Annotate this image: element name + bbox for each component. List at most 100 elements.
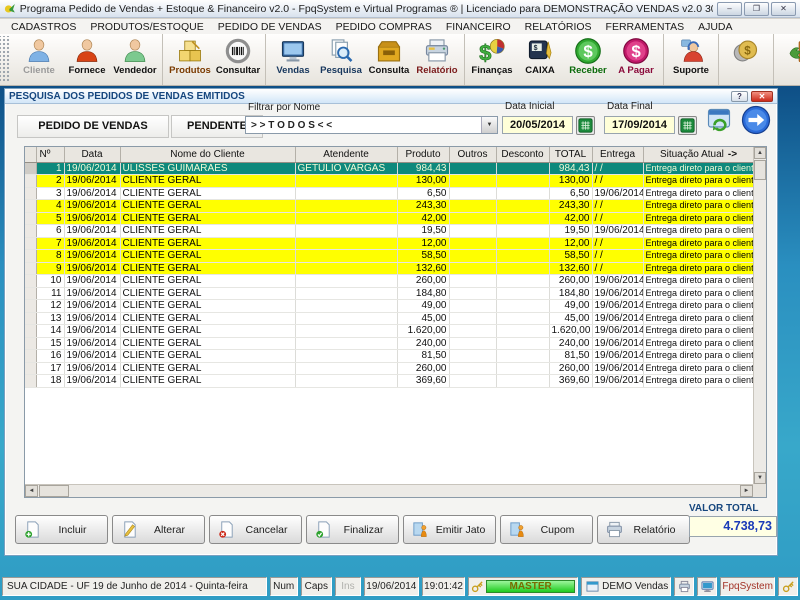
order-row[interactable]: 10 19/06/2014 CLIENTE GERAL 260,00 260,0… (25, 275, 754, 288)
toolbar-caixa-button[interactable]: $ CAIXA (516, 35, 564, 84)
col-entrega[interactable]: Entrega (592, 147, 643, 162)
row-selector-cell[interactable] (25, 187, 36, 200)
toolbar-a-pagar-button[interactable]: $ A Pagar (612, 35, 660, 84)
menu-financeiro[interactable]: FINANCEIRO (439, 21, 518, 33)
order-row[interactable]: 2 19/06/2014 CLIENTE GERAL 130,00 130,00… (25, 175, 754, 188)
data-final-calendar-button[interactable] (678, 116, 697, 135)
scroll-left-icon[interactable]: ◄ (25, 485, 38, 497)
row-selector-cell[interactable] (25, 312, 36, 325)
scroll-down-icon[interactable]: ▼ (754, 472, 766, 484)
data-final-field[interactable]: 17/09/2014 (604, 116, 675, 134)
order-row[interactable]: 3 19/06/2014 CLIENTE GERAL 6,50 6,50 19/… (25, 187, 754, 200)
scroll-up-icon[interactable]: ▲ (754, 147, 766, 159)
menu-cadastros[interactable]: CADASTROS (4, 21, 83, 33)
horizontal-scroll-thumb[interactable] (39, 485, 69, 497)
order-row[interactable]: 7 19/06/2014 CLIENTE GERAL 12,00 12,00 /… (25, 237, 754, 250)
toolbar-receber-button[interactable]: $ Receber (564, 35, 612, 84)
order-row[interactable]: 8 19/06/2014 CLIENTE GERAL 58,50 58,50 /… (25, 250, 754, 263)
restore-button[interactable]: ❐ (744, 2, 769, 16)
menu-pedido-de-vendas[interactable]: PEDIDO DE VENDAS (211, 21, 329, 33)
toolbar-relatorio-button[interactable]: Relatório (413, 35, 461, 84)
vertical-scrollbar[interactable]: ▲ ▼ (753, 147, 766, 484)
toolbar-produtos-button[interactable]: Produtos (166, 35, 214, 84)
refresh-button[interactable] (705, 106, 733, 134)
order-row[interactable]: 16 19/06/2014 CLIENTE GERAL 81,50 81,50 … (25, 350, 754, 363)
row-selector-cell[interactable] (25, 162, 36, 175)
row-selector-cell[interactable] (25, 300, 36, 313)
toolbar-fornece-button[interactable]: Fornece (63, 35, 111, 84)
go-search-button[interactable] (741, 105, 771, 135)
toolbar-pesquisa-button[interactable]: Pesquisa (317, 35, 365, 84)
row-selector-cell[interactable] (25, 287, 36, 300)
toolbar-consulta-button[interactable]: Consulta (365, 35, 413, 84)
minimize-button[interactable]: – (717, 2, 742, 16)
row-selector-cell[interactable] (25, 225, 36, 238)
toolbar-consultar-button[interactable]: Consultar (214, 35, 262, 84)
row-selector-cell[interactable] (25, 237, 36, 250)
data-inicial-calendar-button[interactable] (576, 116, 595, 135)
close-button[interactable]: ✕ (771, 2, 796, 16)
order-row[interactable]: 9 19/06/2014 CLIENTE GERAL 132,60 132,60… (25, 262, 754, 275)
row-selector-cell[interactable] (25, 175, 36, 188)
order-row[interactable]: 15 19/06/2014 CLIENTE GERAL 240,00 240,0… (25, 337, 754, 350)
col-nome-cliente[interactable]: Nome do Cliente (120, 147, 295, 162)
emitir-jato-button[interactable]: Emitir Jato (403, 515, 496, 544)
order-row[interactable]: 5 19/06/2014 CLIENTE GERAL 42,00 42,00 /… (25, 212, 754, 225)
menu-ajuda[interactable]: AJUDA (691, 21, 739, 33)
toolbar-coins-button[interactable]: $ (722, 35, 770, 84)
col-total[interactable]: TOTAL (549, 147, 592, 162)
vertical-scroll-thumb[interactable] (754, 160, 766, 180)
toolbar-financas-button[interactable]: $ Finanças (468, 35, 516, 84)
finalizar-button[interactable]: Finalizar (306, 515, 399, 544)
status-printer-segment[interactable] (674, 577, 694, 596)
relatorio-button[interactable]: Relatório (597, 515, 690, 544)
order-row[interactable]: 12 19/06/2014 CLIENTE GERAL 49,00 49,00 … (25, 300, 754, 313)
status-computer-segment[interactable] (697, 577, 717, 596)
col-produto[interactable]: Produto (397, 147, 449, 162)
row-selector-cell[interactable] (25, 200, 36, 213)
panel-help-button[interactable]: ? (731, 91, 748, 102)
col-desconto[interactable]: Desconto (496, 147, 549, 162)
row-selector-cell[interactable] (25, 212, 36, 225)
row-selector-cell[interactable] (25, 325, 36, 338)
toolbar-suporte-button[interactable]: Suporte (667, 35, 715, 84)
toolbar-vendedor-button[interactable]: Vendedor (111, 35, 159, 84)
row-selector-cell[interactable] (25, 337, 36, 350)
order-row[interactable]: 14 19/06/2014 CLIENTE GERAL 1.620,00 1.6… (25, 325, 754, 338)
row-selector-cell[interactable] (25, 275, 36, 288)
data-inicial-field[interactable]: 20/05/2014 (502, 116, 573, 134)
row-selector-cell[interactable] (25, 350, 36, 363)
tab-pedido-de-vendas[interactable]: PEDIDO DE VENDAS (17, 115, 169, 138)
client-filter-dropdown[interactable]: > > T O D O S < < ▼ (245, 116, 498, 134)
col-numero[interactable]: Nº (36, 147, 64, 162)
order-row[interactable]: 4 19/06/2014 CLIENTE GERAL 243,30 243,30… (25, 200, 754, 213)
scroll-right-icon[interactable]: ► (740, 485, 753, 497)
row-selector-cell[interactable] (25, 362, 36, 375)
cupom-button[interactable]: Cupom (500, 515, 593, 544)
menu-ferramentas[interactable]: FERRAMENTAS (599, 21, 692, 33)
order-row[interactable]: 6 19/06/2014 CLIENTE GERAL 19,50 19,50 1… (25, 225, 754, 238)
order-row[interactable]: 17 19/06/2014 CLIENTE GERAL 260,00 260,0… (25, 362, 754, 375)
col-situacao[interactable]: Situação Atual-> (643, 147, 754, 162)
col-data[interactable]: Data (64, 147, 120, 162)
menu-produtos-estoque[interactable]: PRODUTOS/ESTOQUE (83, 21, 210, 33)
panel-close-button[interactable]: ✕ (751, 91, 773, 102)
row-selector-cell[interactable] (25, 250, 36, 263)
row-selector-cell[interactable] (25, 375, 36, 388)
order-row[interactable]: 13 19/06/2014 CLIENTE GERAL 45,00 45,00 … (25, 312, 754, 325)
toolbar-cliente-button[interactable]: Cliente (15, 35, 63, 84)
horizontal-scrollbar[interactable]: ◄ ► (25, 484, 753, 497)
incluir-button[interactable]: Incluir (15, 515, 108, 544)
menu-relatorios[interactable]: RELATÓRIOS (518, 21, 599, 33)
col-atendente[interactable]: Atendente (295, 147, 397, 162)
cancelar-button[interactable]: Cancelar (209, 515, 302, 544)
toolbar-exit-button[interactable]: EXIT (777, 35, 800, 84)
col-outros[interactable]: Outros (449, 147, 496, 162)
order-row[interactable]: 11 19/06/2014 CLIENTE GERAL 184,80 184,8… (25, 287, 754, 300)
alterar-button[interactable]: Alterar (112, 515, 205, 544)
order-row[interactable]: 1 19/06/2014 ULISSES GUIMARAES GETULIO V… (25, 162, 754, 175)
order-row[interactable]: 18 19/06/2014 CLIENTE GERAL 369,60 369,6… (25, 375, 754, 388)
dropdown-arrow-icon[interactable]: ▼ (481, 117, 497, 133)
row-selector-cell[interactable] (25, 262, 36, 275)
toolbar-vendas-button[interactable]: Vendas (269, 35, 317, 84)
